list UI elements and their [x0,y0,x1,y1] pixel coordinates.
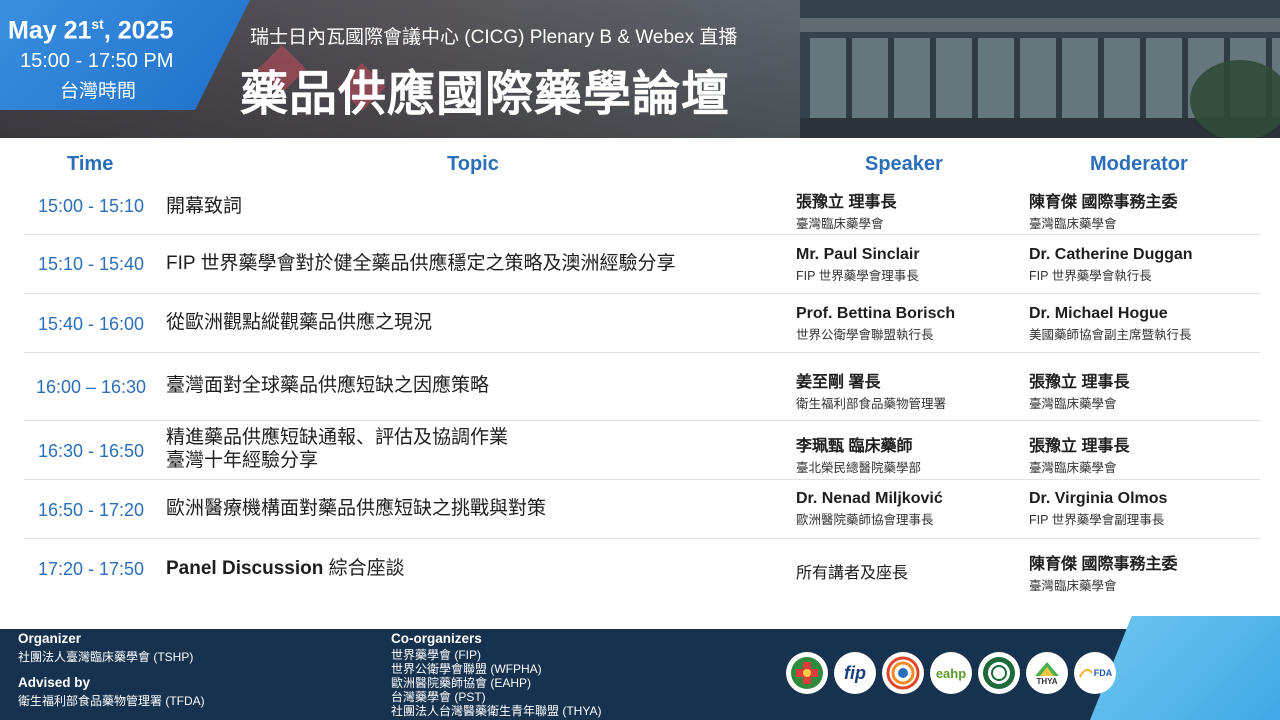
coorganizer-item: 歐洲醫院藥師協會 (EAHP) [391,676,532,690]
eahp-logo-icon: eahp [930,652,972,694]
speaker-name: 所有講者及座長 [796,565,909,582]
moderator-affiliation: 臺灣臨床藥學會 [1029,461,1117,475]
tshp-logo-icon [786,652,828,694]
speaker: Dr. Nenad Miljković 歐洲醫院藥師協會理事長 [796,490,943,528]
agenda-topic: FIP 世界藥學會對於健全藥品供應穩定之策略及澳洲經驗分享 [166,253,676,274]
agenda-row: 16:00 – 16:30 臺灣面對全球藥品供應短缺之因應策略 姜至剛 署長 衛… [24,353,1260,421]
agenda-topic-rest: 綜合座談 [323,558,405,579]
speaker-name: Dr. Nenad Miljković [796,490,943,507]
tree-photo [1190,60,1280,138]
speaker: Prof. Bettina Borisch 世界公衛學會聯盟執行長 [796,305,955,343]
moderator: 陳育傑 國際事務主委 臺灣臨床藥學會 [1029,550,1177,594]
speaker-name: 姜至剛 署長 [796,374,881,391]
agenda-row: 15:10 - 15:40 FIP 世界藥學會對於健全藥品供應穩定之策略及澳洲經… [24,235,1260,294]
agenda-topic-bold: Panel Discussion [166,558,324,579]
agenda-time: 15:00 - 15:10 [37,196,145,216]
event-date: May 21st, 2025 [8,16,174,45]
moderator-name: Dr. Catherine Duggan [1029,246,1193,263]
moderator-name: 陳育傑 國際事務主委 [1029,194,1178,211]
organizer-text: 社團法人臺灣臨床藥學會 (TSHP) [18,650,194,664]
moderator: 陳育傑 國際事務主委 臺灣臨床藥學會 [1029,188,1177,232]
moderator-affiliation: FIP 世界藥學會副理事長 [1029,513,1165,527]
moderator-affiliation: 臺灣臨床藥學會 [1029,397,1117,411]
tfda-logo-text: FDA [1093,668,1113,678]
moderator-name: 陳育傑 國際事務主委 [1029,556,1178,573]
agenda-time: 16:30 - 16:50 [37,441,145,461]
column-header-time: Time [67,153,114,175]
moderator-name: Dr. Michael Hogue [1029,305,1168,322]
coorganizers-label: Co-organizers [391,631,482,646]
agenda-topic: 歐洲醫療機構面對藥品供應短缺之挑戰與對策 [166,498,547,519]
moderator-name: 張豫立 理事長 [1029,374,1130,391]
moderator-affiliation: 臺灣臨床藥學會 [1029,579,1117,593]
speaker-name: Mr. Paul Sinclair [796,246,920,263]
moderator: Dr. Michael Hogue 美國藥師協會副主席暨執行長 [1029,305,1192,343]
agenda-topic: Panel Discussion 綜合座談 [166,557,405,580]
agenda-topic-line2: 臺灣十年經驗分享 [166,450,319,471]
agenda-row: 15:40 - 16:00 從歐洲觀點縱觀藥品供應之現況 Prof. Betti… [24,294,1260,353]
tfda-logo-icon: FDA [1074,652,1116,694]
moderator: Dr. Virginia Olmos FIP 世界藥學會副理事長 [1029,490,1167,528]
coorganizer-item: 台灣藥學會 (PST) [391,690,486,704]
event-time: 15:00 - 17:50 PM [20,50,174,72]
agenda-row: 16:30 - 16:50 精進藥品供應短缺通報、評估及協調作業 臺灣十年經驗分… [24,421,1260,480]
moderator-name: Dr. Virginia Olmos [1029,490,1168,507]
speaker-name: 李珮甄 臨床藥師 [796,438,913,455]
pst-logo-icon [978,652,1020,694]
agenda-time: 15:10 - 15:40 [37,254,145,274]
advised-text: 衛生福利部食品藥物管理署 (TFDA) [18,694,205,708]
agenda-topic: 開幕致詞 [166,196,243,217]
moderator: 張豫立 理事長 臺灣臨床藥學會 [1029,368,1129,412]
speaker-affiliation: 臺北榮民總醫院藥學部 [796,461,922,475]
fip-logo-icon: fip [834,652,876,694]
agenda-topic-line1: 精進藥品供應短缺通報、評估及協調作業 [166,427,509,448]
speaker-affiliation: 臺灣臨床藥學會 [796,217,884,231]
coorganizer-item: 世界藥學會 (FIP) [391,648,481,662]
advised-label: Advised by [18,675,91,690]
moderator-affiliation: FIP 世界藥學會執行長 [1029,269,1152,283]
thya-logo-icon: THYA [1026,652,1068,694]
agenda-time: 17:20 - 17:50 [37,559,145,579]
speaker: 張豫立 理事長 臺灣臨床藥學會 [796,188,896,232]
coorganizers-list: 世界藥學會 (FIP) 世界公衛學會聯盟 (WFPHA) 歐洲醫院藥師協會 (E… [391,648,601,718]
event-venue: 瑞士日內瓦國際會議中心 (CICG) Plenary B & Webex 直播 [250,27,738,48]
coorganizer-item: 世界公衛學會聯盟 (WFPHA) [391,662,542,676]
agenda-row: 17:20 - 17:50 Panel Discussion 綜合座談 所有講者… [24,539,1260,599]
moderator: Dr. Catherine Duggan FIP 世界藥學會執行長 [1029,246,1193,284]
coorganizer-item: 社團法人台灣醫藥衛生青年聯盟 (THYA) [391,704,602,718]
moderator-affiliation: 美國藥師協會副主席暨執行長 [1029,328,1192,342]
agenda-row: 16:50 - 17:20 歐洲醫療機構面對藥品供應短缺之挑戰與對策 Dr. N… [24,480,1260,539]
event-timezone: 台灣時間 [60,81,137,102]
speaker-affiliation: FIP 世界藥學會理事長 [796,269,919,283]
header-banner: May 21st, 2025 15:00 - 17:50 PM 台灣時間 瑞士日… [0,0,1280,138]
speaker-name: Prof. Bettina Borisch [796,305,956,322]
speaker: 所有講者及座長 [796,559,908,583]
agenda-time: 16:50 - 17:20 [37,500,145,520]
moderator: 張豫立 理事長 臺灣臨床藥學會 [1029,432,1129,476]
moderator-affiliation: 臺灣臨床藥學會 [1029,217,1117,231]
moderator-name: 張豫立 理事長 [1029,438,1130,455]
speaker: 李珮甄 臨床藥師 臺北榮民總醫院藥學部 [796,432,921,476]
agenda-topic: 精進藥品供應短缺通報、評估及協調作業 臺灣十年經驗分享 [166,426,508,472]
speaker-name: 張豫立 理事長 [796,194,897,211]
speaker: 姜至剛 署長 衛生福利部食品藥物管理署 [796,368,946,412]
speaker-affiliation: 世界公衛學會聯盟執行長 [796,328,934,342]
agenda-row: 15:00 - 15:10 開幕致詞 張豫立 理事長 臺灣臨床藥學會 陳育傑 國… [24,180,1260,235]
wfpha-logo-icon [882,652,924,694]
speaker: Mr. Paul Sinclair FIP 世界藥學會理事長 [796,246,920,284]
organizer-label: Organizer [18,631,82,646]
partner-logos: fip eahp THYA FDA [786,652,1116,694]
speaker-affiliation: 衛生福利部食品藥物管理署 [796,397,947,411]
column-header-moderator: Moderator [1090,153,1188,175]
page-title: 藥品供應國際藥學論壇 [240,68,731,121]
agenda-topic: 臺灣面對全球藥品供應短缺之因應策略 [166,375,490,396]
agenda-time: 16:00 – 16:30 [35,377,147,397]
agenda-time: 15:40 - 16:00 [37,314,145,334]
agenda-topic: 從歐洲觀點縱觀藥品供應之現況 [166,312,433,333]
column-header-topic: Topic [447,153,499,175]
thya-logo-text: THYA [1036,676,1058,686]
speaker-affiliation: 歐洲醫院藥師協會理事長 [796,513,934,527]
column-header-speaker: Speaker [865,153,943,175]
